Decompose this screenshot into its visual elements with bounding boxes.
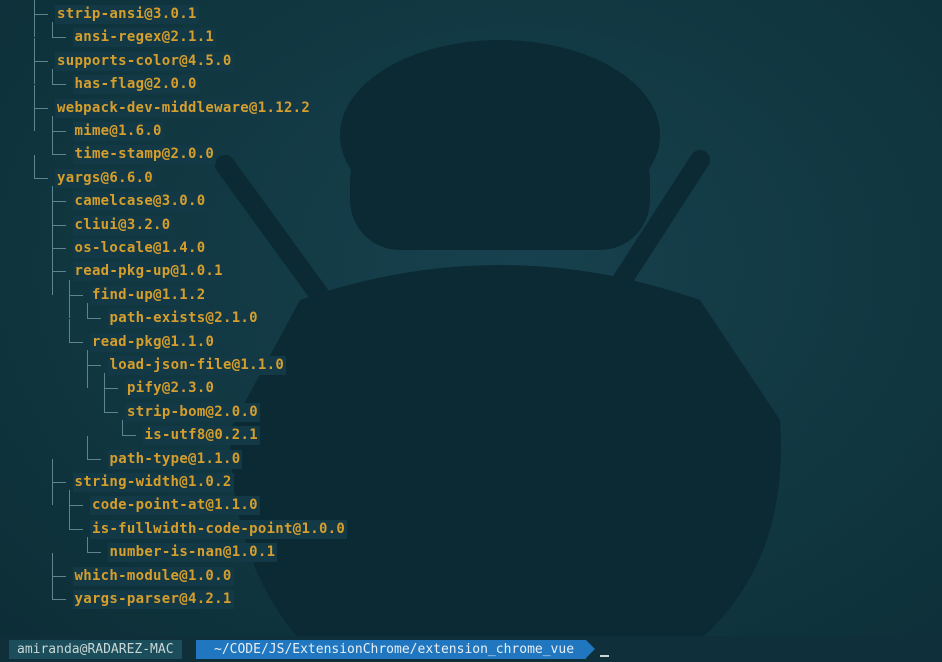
tree-guide	[69, 490, 70, 506]
tree-connector	[51, 224, 66, 226]
prompt-bar: amiranda@RADAREZ-MAC ~/CODE/JS/Extension…	[0, 636, 942, 662]
tree-guide	[34, 107, 35, 131]
tree-connector	[51, 154, 66, 156]
tree-connector	[69, 505, 83, 507]
terminal-window[interactable]: strip-ansi@3.0.1 ansi-regex@2.1.1 supports…	[0, 0, 942, 662]
tree-guide	[51, 552, 53, 576]
tree-connector	[86, 365, 101, 366]
tree-connector	[51, 37, 66, 39]
package-name: is-utf8@0.2.1	[142, 426, 260, 446]
tree-connector	[69, 294, 83, 296]
tree-connector	[121, 435, 136, 437]
package-name: webpack-dev-middleware@1.12.2	[55, 98, 313, 118]
tree-guide	[34, 14, 35, 38]
package-name: yargs@6.6.0	[55, 168, 156, 188]
tree-guide	[51, 131, 53, 155]
tree-guide	[51, 459, 53, 482]
package-name: time-stamp@2.0.0	[72, 145, 217, 165]
tree-guide	[34, 37, 35, 61]
tree-guide	[34, 0, 35, 14]
package-name: mime@1.6.0	[72, 122, 164, 141]
tree-connector	[104, 411, 118, 413]
package-name: supports-color@4.5.0	[55, 51, 234, 71]
package-name: yargs-parser@4.2.1	[72, 590, 234, 609]
tree-connector	[51, 201, 66, 203]
tree-guide	[69, 294, 70, 319]
tree-guide	[51, 248, 53, 272]
tree-guide	[51, 225, 53, 248]
tree-connector	[51, 599, 66, 600]
tree-connector	[86, 318, 101, 320]
package-name: ansi-regex@2.1.1	[72, 28, 217, 48]
tree-guide	[34, 60, 35, 85]
package-name: which-module@1.0.0	[72, 566, 234, 586]
prompt-path: ~/CODE/JS/ExtensionChrome/extension_chro…	[196, 640, 587, 659]
tree-connector	[51, 84, 66, 86]
tree-guide	[51, 576, 53, 599]
tree-guide	[51, 201, 53, 225]
tree-guide	[86, 365, 88, 389]
prompt-user: amiranda@RADAREZ-MAC	[9, 640, 182, 659]
package-name: strip-ansi@3.0.1	[55, 5, 199, 24]
tree-guide	[86, 350, 88, 365]
package-name: read-pkg-up@1.0.1	[72, 262, 225, 282]
tree-connector	[34, 177, 48, 179]
tree-guide	[104, 388, 105, 412]
tree-guide	[51, 271, 53, 295]
tree-connector	[51, 248, 66, 249]
tree-guide	[121, 420, 123, 436]
package-name: find-up@1.1.2	[90, 285, 208, 305]
tree-guide	[51, 186, 53, 202]
tree-guide	[69, 505, 70, 529]
package-name: strip-bom@2.0.0	[125, 402, 260, 422]
tree-connector	[69, 341, 83, 343]
tree-connector	[86, 458, 101, 460]
tree-guide	[86, 303, 88, 319]
tree-connector	[86, 552, 101, 554]
tree-connector	[69, 528, 83, 530]
tree-connector	[51, 271, 66, 273]
tree-connector	[51, 575, 66, 577]
package-name: is-fullwidth-code-point@1.0.0	[90, 519, 348, 539]
package-name: path-exists@2.1.0	[107, 309, 260, 329]
package-name: path-type@1.1.0	[107, 449, 243, 469]
tree-connector	[51, 482, 66, 483]
tree-guide	[104, 373, 105, 389]
dependency-tree: strip-ansi@3.0.1 ansi-regex@2.1.1 supports…	[0, 0, 942, 630]
tree-guide	[69, 318, 70, 342]
tree-connector	[104, 388, 118, 390]
package-name: os-locale@1.4.0	[72, 239, 208, 258]
tree-guide	[69, 279, 70, 295]
package-name: camelcase@3.0.0	[72, 192, 208, 212]
tree-guide	[51, 482, 53, 506]
tree-connector	[34, 60, 48, 62]
tree-connector	[34, 14, 48, 15]
package-name: number-is-nan@1.0.1	[107, 543, 278, 563]
tree-guide	[51, 116, 53, 131]
tree-guide	[34, 84, 35, 108]
package-name: pify@2.3.0	[125, 379, 217, 399]
tree-guide	[51, 22, 53, 38]
tree-guide	[86, 537, 88, 553]
tree-connector	[34, 107, 48, 109]
package-name: code-point-at@1.1.0	[90, 496, 260, 516]
tree-guide	[86, 435, 88, 459]
package-name: load-json-file@1.1.0	[107, 356, 287, 375]
tree-connector	[51, 131, 66, 132]
tree-guide	[51, 69, 53, 85]
package-name: string-width@1.0.2	[72, 473, 234, 492]
terminal-cursor	[600, 655, 609, 657]
package-name: cliui@3.2.0	[72, 215, 173, 235]
prompt-path-arrow	[586, 640, 595, 658]
package-name: has-flag@2.0.0	[72, 75, 199, 95]
tree-guide	[34, 154, 35, 178]
package-name: read-pkg@1.1.0	[90, 332, 217, 352]
